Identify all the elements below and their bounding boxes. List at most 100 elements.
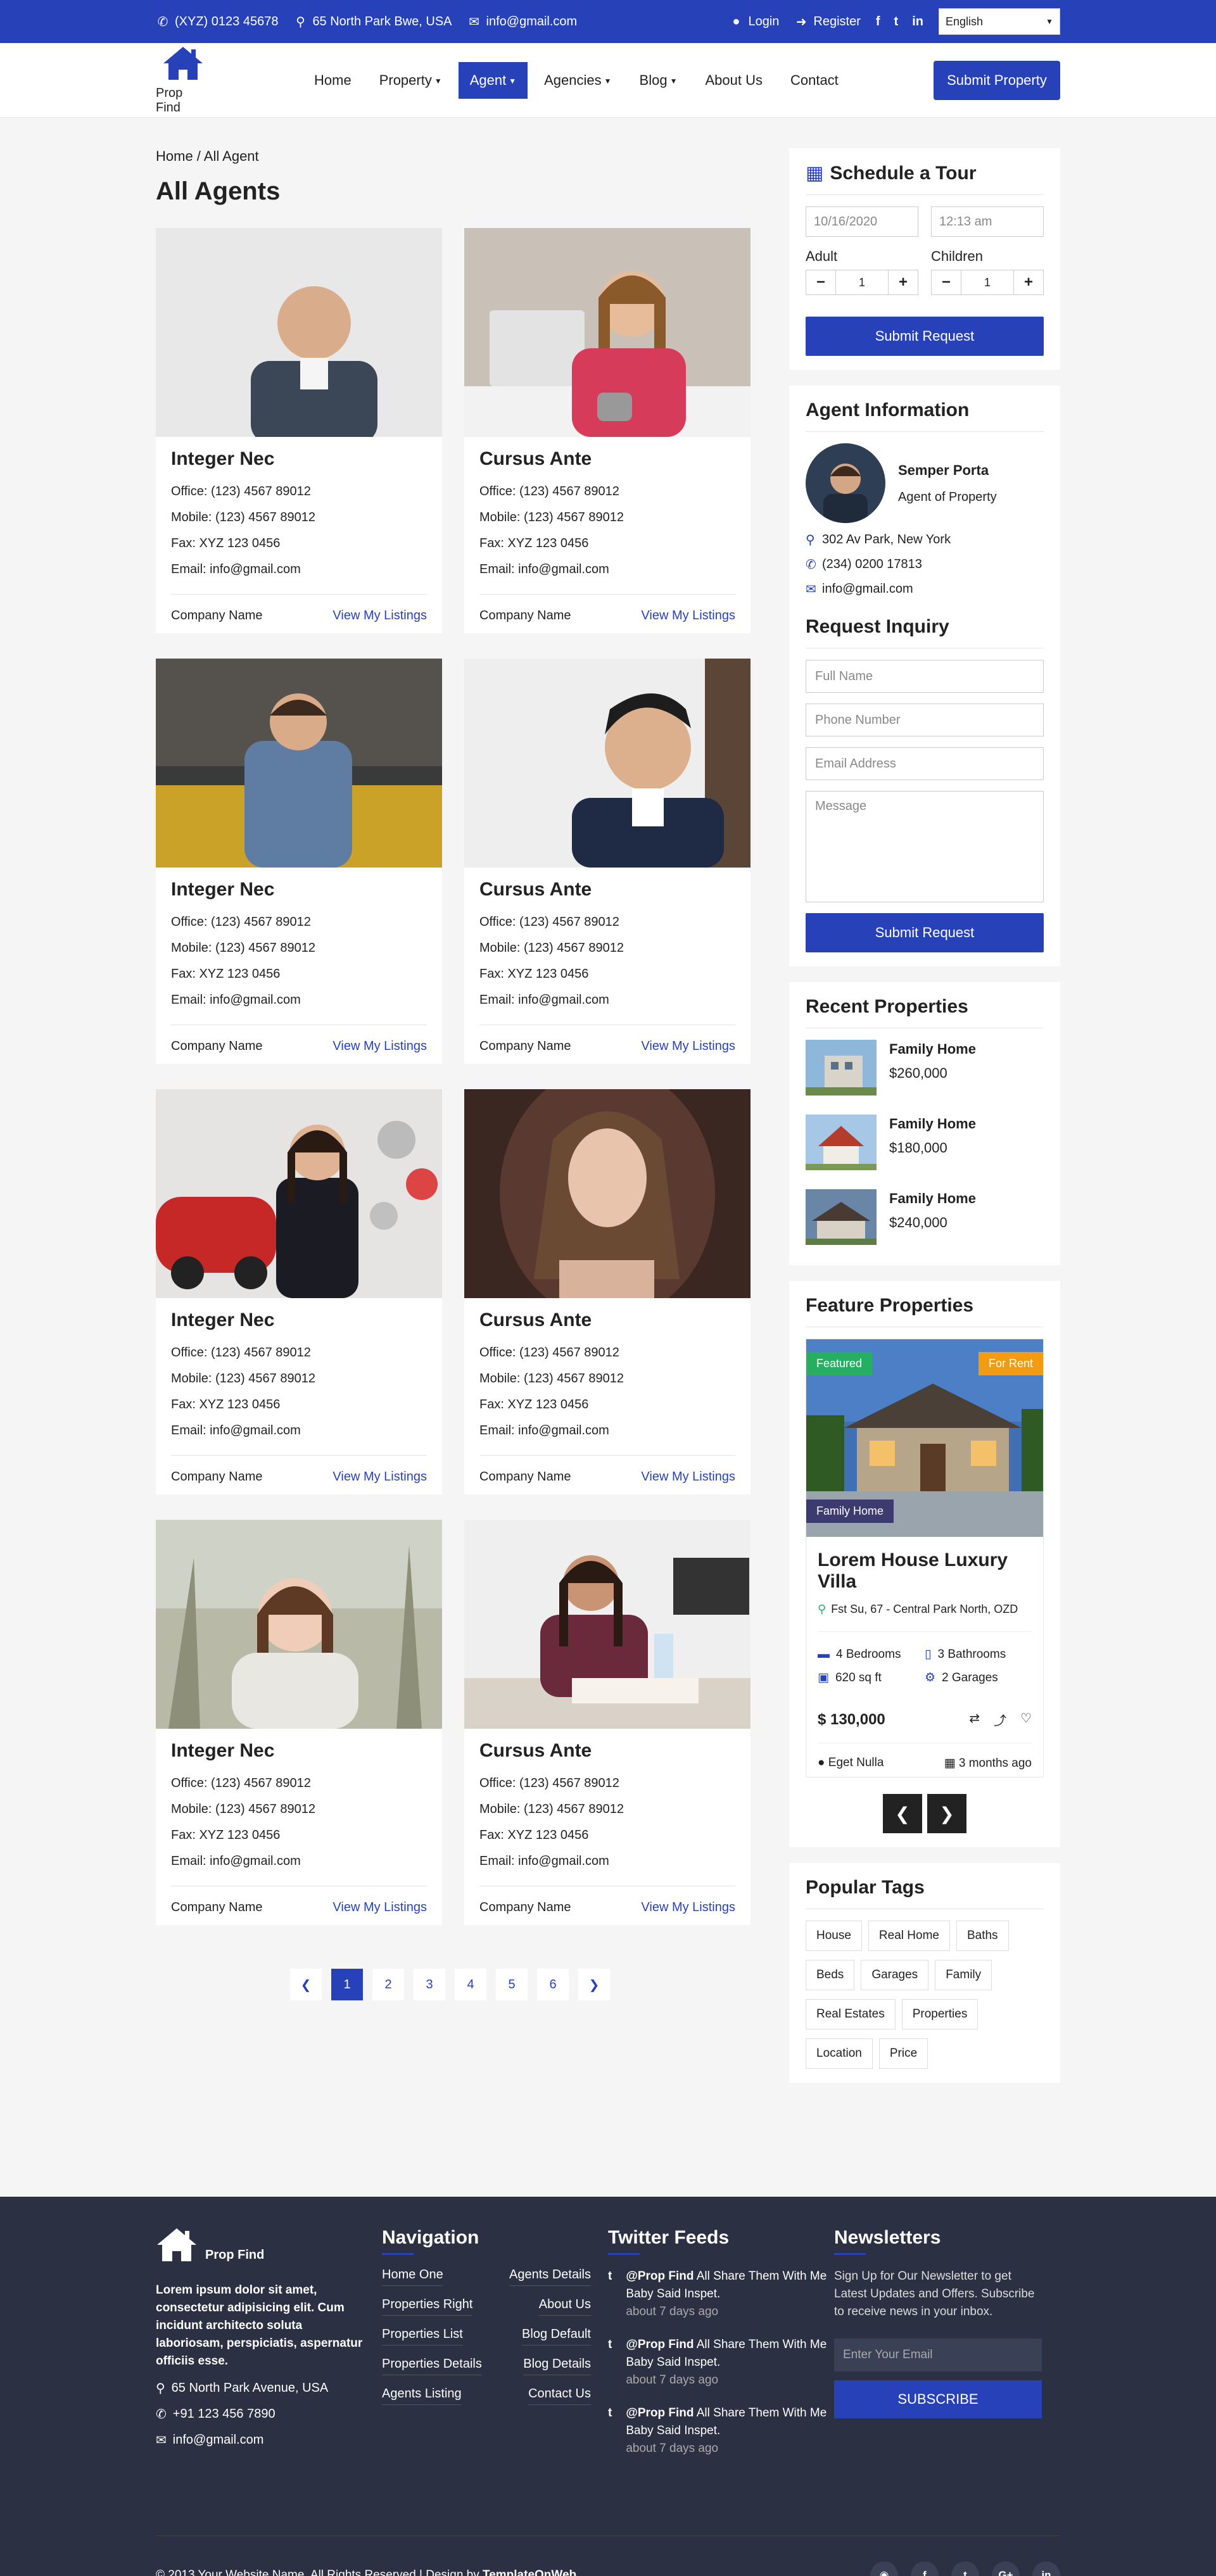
page-6-button[interactable]: 6 bbox=[537, 1969, 569, 2000]
full-name-input[interactable]: Full Name bbox=[806, 660, 1044, 693]
agent-info-name[interactable]: Semper Porta bbox=[898, 462, 997, 479]
facebook-icon[interactable]: f bbox=[911, 2561, 939, 2576]
recent-property-title[interactable]: Family Home bbox=[889, 1041, 976, 1058]
subscribe-button[interactable]: SUBSCRIBE bbox=[834, 2380, 1042, 2418]
linkedin-icon[interactable]: in bbox=[1032, 2561, 1060, 2576]
agent-name[interactable]: Cursus Ante bbox=[479, 1310, 735, 1331]
agent-photo[interactable] bbox=[464, 1089, 750, 1298]
page-5-button[interactable]: 5 bbox=[496, 1969, 528, 2000]
google-plus-icon[interactable]: G+ bbox=[992, 2561, 1020, 2576]
view-listings-link[interactable]: View My Listings bbox=[641, 1039, 735, 1054]
view-listings-link[interactable]: View My Listings bbox=[332, 1470, 427, 1484]
login-link[interactable]: ● Login bbox=[729, 15, 779, 29]
agent-name[interactable]: Integer Nec bbox=[171, 879, 427, 900]
property-thumb[interactable] bbox=[806, 1189, 877, 1245]
nav-about[interactable]: About Us bbox=[694, 62, 774, 99]
register-link[interactable]: ➜ Register bbox=[794, 14, 861, 30]
nav-contact[interactable]: Contact bbox=[779, 62, 850, 99]
agent-name[interactable]: Cursus Ante bbox=[479, 1740, 735, 1762]
tag-link[interactable]: Family bbox=[935, 1960, 992, 1990]
designer-link[interactable]: TemplateOnWeb bbox=[483, 2568, 576, 2576]
footer-nav-link[interactable]: About Us bbox=[538, 2297, 591, 2316]
footer-nav-link[interactable]: Contact Us bbox=[528, 2387, 591, 2405]
view-listings-link[interactable]: View My Listings bbox=[332, 1900, 427, 1915]
recent-property-title[interactable]: Family Home bbox=[889, 1190, 976, 1207]
footer-nav-link[interactable]: Properties Right bbox=[382, 2297, 473, 2316]
tag-link[interactable]: Real Home bbox=[868, 1921, 950, 1951]
tag-link[interactable]: Beds bbox=[806, 1960, 855, 1990]
tag-link[interactable]: Baths bbox=[956, 1921, 1009, 1951]
featured-property-agent[interactable]: ● Eget Nulla bbox=[818, 1756, 884, 1771]
recent-property-item[interactable]: Family Home $260,000 bbox=[806, 1040, 1044, 1095]
footer-nav-link[interactable]: Agents Details bbox=[509, 2268, 591, 2286]
minus-button[interactable]: − bbox=[932, 274, 961, 291]
view-listings-link[interactable]: View My Listings bbox=[641, 609, 735, 623]
footer-nav-link[interactable]: Properties List bbox=[382, 2327, 463, 2346]
submit-property-button[interactable]: Submit Property bbox=[934, 61, 1060, 100]
page-3-button[interactable]: 3 bbox=[414, 1969, 445, 2000]
children-value[interactable]: 1 bbox=[961, 270, 1014, 295]
avatar[interactable] bbox=[806, 443, 885, 523]
property-thumb[interactable] bbox=[806, 1040, 877, 1095]
compare-icon[interactable]: ⇄ bbox=[969, 1710, 980, 1729]
footer-nav-link[interactable]: Properties Details bbox=[382, 2357, 482, 2375]
tour-date-input[interactable]: 10/16/2020 bbox=[806, 206, 918, 237]
logo[interactable]: Prop Find bbox=[156, 46, 210, 115]
agent-photo[interactable] bbox=[156, 1089, 442, 1298]
rss-icon[interactable]: ◉ bbox=[870, 2561, 898, 2576]
tag-link[interactable]: Garages bbox=[861, 1960, 929, 1990]
tweet[interactable]: t @Prop Find All Share Them With Me Baby … bbox=[608, 2268, 834, 2321]
agent-photo[interactable] bbox=[464, 659, 750, 868]
facebook-icon[interactable]: f bbox=[876, 15, 880, 29]
newsletter-email-input[interactable]: Enter Your Email bbox=[834, 2339, 1042, 2371]
twitter-icon[interactable]: t bbox=[951, 2561, 979, 2576]
next-page-button[interactable]: ❯ bbox=[578, 1969, 610, 2000]
agent-photo[interactable] bbox=[464, 1520, 750, 1729]
recent-property-item[interactable]: Family Home $240,000 bbox=[806, 1189, 1044, 1245]
footer-nav-link[interactable]: Blog Default bbox=[522, 2327, 591, 2346]
agent-name[interactable]: Cursus Ante bbox=[479, 879, 735, 900]
prev-page-button[interactable]: ❮ bbox=[290, 1969, 322, 2000]
page-4-button[interactable]: 4 bbox=[455, 1969, 486, 2000]
language-select[interactable]: English ▼ bbox=[939, 8, 1060, 35]
carousel-prev-button[interactable]: ❮ bbox=[883, 1794, 922, 1833]
twitter-icon[interactable]: t bbox=[894, 15, 899, 29]
topbar-phone[interactable]: ✆ (XYZ) 0123 45678 bbox=[156, 14, 279, 30]
recent-property-item[interactable]: Family Home $180,000 bbox=[806, 1114, 1044, 1170]
tag-link[interactable]: Real Estates bbox=[806, 1999, 896, 2030]
agent-photo[interactable] bbox=[464, 228, 750, 437]
nav-agent[interactable]: Agent ▼ bbox=[458, 62, 528, 99]
message-textarea[interactable]: Message bbox=[806, 791, 1044, 902]
phone-input[interactable]: Phone Number bbox=[806, 704, 1044, 736]
tweet[interactable]: t @Prop Find All Share Them With Me Baby … bbox=[608, 2336, 834, 2389]
plus-button[interactable]: + bbox=[1014, 274, 1043, 291]
share-icon[interactable]: ⤴ bbox=[994, 1710, 1006, 1729]
tag-link[interactable]: House bbox=[806, 1921, 862, 1951]
footer-nav-link[interactable]: Blog Details bbox=[523, 2357, 591, 2375]
carousel-next-button[interactable]: ❯ bbox=[927, 1794, 966, 1833]
topbar-email[interactable]: ✉ info@gmail.com bbox=[467, 14, 577, 30]
tour-time-input[interactable]: 12:13 am bbox=[931, 206, 1044, 237]
linkedin-icon[interactable]: in bbox=[912, 15, 923, 29]
heart-icon[interactable]: ♡ bbox=[1020, 1710, 1032, 1729]
inquiry-submit-button[interactable]: Submit Request bbox=[806, 913, 1044, 952]
recent-property-title[interactable]: Family Home bbox=[889, 1116, 976, 1132]
property-thumb[interactable] bbox=[806, 1114, 877, 1170]
nav-home[interactable]: Home bbox=[303, 62, 363, 99]
nav-blog[interactable]: Blog ▼ bbox=[628, 62, 689, 99]
agent-name[interactable]: Cursus Ante bbox=[479, 448, 735, 470]
view-listings-link[interactable]: View My Listings bbox=[641, 1900, 735, 1915]
agent-photo[interactable] bbox=[156, 659, 442, 868]
tour-submit-button[interactable]: Submit Request bbox=[806, 317, 1044, 356]
tag-link[interactable]: Location bbox=[806, 2038, 873, 2069]
view-listings-link[interactable]: View My Listings bbox=[641, 1470, 735, 1484]
adult-value[interactable]: 1 bbox=[835, 270, 889, 295]
email-input[interactable]: Email Address bbox=[806, 747, 1044, 780]
footer-nav-link[interactable]: Home One bbox=[382, 2268, 443, 2286]
agent-name[interactable]: Integer Nec bbox=[171, 448, 427, 470]
plus-button[interactable]: + bbox=[889, 274, 918, 291]
tag-link[interactable]: Properties bbox=[901, 1999, 978, 2030]
page-2-button[interactable]: 2 bbox=[372, 1969, 404, 2000]
view-listings-link[interactable]: View My Listings bbox=[332, 1039, 427, 1054]
footer-nav-link[interactable]: Agents Listing bbox=[382, 2387, 462, 2405]
